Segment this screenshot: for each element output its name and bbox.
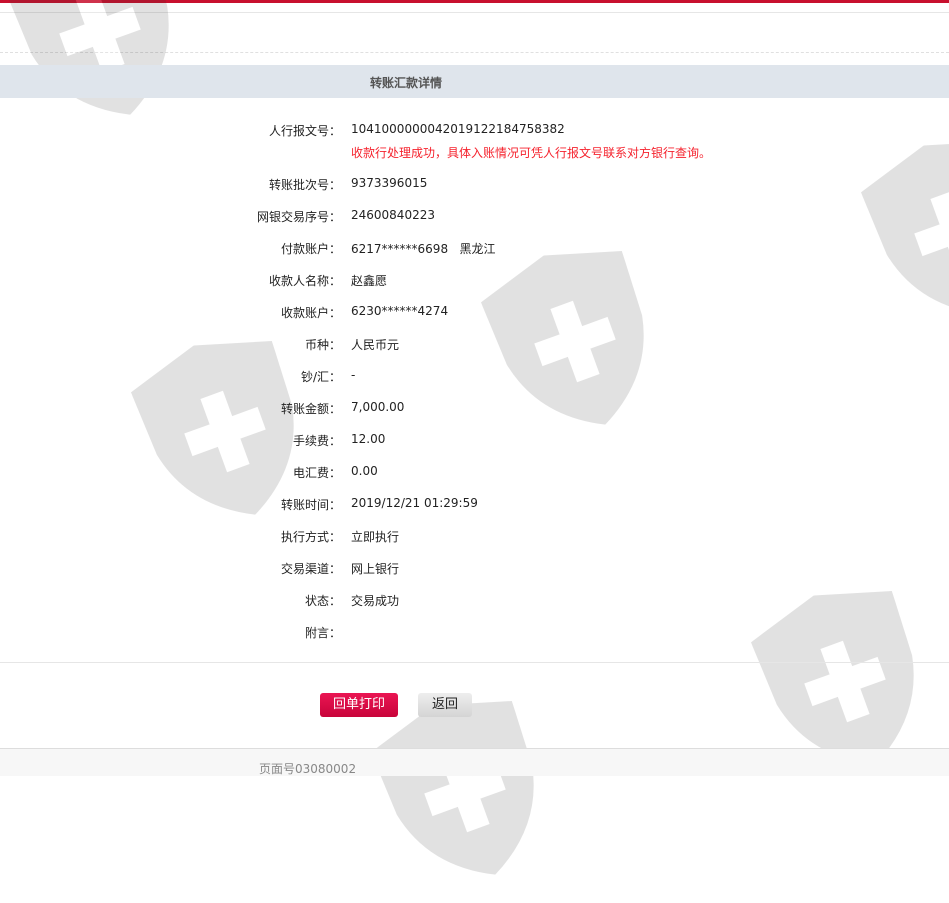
detail-row: 付款账户： 6217******6698 黑龙江 xyxy=(0,240,949,260)
detail-row: 收款账户： 6230******4274 xyxy=(0,304,949,324)
row-label: 状态： xyxy=(304,594,341,608)
row-value: 6217******6698 黑龙江 xyxy=(351,242,496,256)
row-label: 收款人名称： xyxy=(268,274,341,288)
detail-row: 执行方式： 立即执行 xyxy=(0,528,949,548)
detail-row: 钞/汇： - xyxy=(0,368,949,388)
row-label: 交易渠道： xyxy=(280,562,341,576)
row-label: 附言： xyxy=(304,626,341,640)
print-receipt-button[interactable]: 回单打印 xyxy=(320,693,398,717)
row-value: 人民币元 xyxy=(351,338,400,352)
detail-row: 状态： 交易成功 xyxy=(0,592,949,612)
detail-row: 转账时间： 2019/12/21 01:29:59 xyxy=(0,496,949,516)
row-value: 6230******4274 xyxy=(351,304,449,318)
row-label: 网银交易序号： xyxy=(256,210,341,224)
top-divider xyxy=(0,12,949,13)
row-value: 12.00 xyxy=(351,432,386,446)
divider xyxy=(0,662,949,663)
section-header: 转账汇款详情 xyxy=(0,65,949,98)
row-value: 24600840223 xyxy=(351,208,435,222)
row-label: 手续费： xyxy=(292,434,341,448)
row-value: 赵鑫愿 xyxy=(351,274,388,288)
row-note: 收款行处理成功，具体入账情况可凭人行报文号联系对方银行查询。 xyxy=(351,146,712,160)
row-label: 人行报文号： xyxy=(268,124,341,138)
row-label: 转账金额： xyxy=(280,402,341,416)
back-button[interactable]: 返回 xyxy=(418,693,472,717)
row-value: 网上银行 xyxy=(351,562,400,576)
page-title: 转账汇款详情 xyxy=(370,76,443,90)
row-label: 转账时间： xyxy=(280,498,341,512)
detail-row: 转账批次号： 9373396015 xyxy=(0,176,949,196)
row-label: 转账批次号： xyxy=(268,178,341,192)
detail-row: 附言： xyxy=(0,624,949,644)
row-label: 收款账户： xyxy=(280,306,341,320)
detail-row: 币种： 人民币元 xyxy=(0,336,949,356)
detail-row: 交易渠道： 网上银行 xyxy=(0,560,949,580)
row-value: 7,000.00 xyxy=(351,400,405,414)
row-value: 立即执行 xyxy=(351,530,400,544)
detail-row: 网银交易序号： 24600840223 xyxy=(0,208,949,228)
detail-row: 手续费： 12.00 xyxy=(0,432,949,452)
row-value: 0.00 xyxy=(351,464,378,478)
detail-row: 收款人名称： 赵鑫愿 xyxy=(0,272,949,292)
detail-row: 人行报文号： 1041000000042019122184758382 收款行处理成… xyxy=(0,122,949,160)
row-value: 交易成功 xyxy=(351,594,400,608)
row-label: 电汇费： xyxy=(292,466,341,480)
row-label: 币种： xyxy=(304,338,341,352)
row-label: 钞/汇： xyxy=(300,370,341,384)
row-value: - xyxy=(351,368,356,382)
row-value: 2019/12/21 01:29:59 xyxy=(351,496,478,510)
row-label: 执行方式： xyxy=(280,530,341,544)
row-value: 9373396015 xyxy=(351,176,428,190)
top-accent-bar xyxy=(0,0,949,3)
page-number: 页面号03080002 xyxy=(259,762,357,776)
row-value: 1041000000042019122184758382 xyxy=(351,122,565,136)
footer: 页面号03080002 xyxy=(0,748,949,776)
dashed-divider xyxy=(0,52,949,53)
detail-row: 电汇费： 0.00 xyxy=(0,464,949,484)
row-label: 付款账户： xyxy=(280,242,341,256)
detail-row: 转账金额： 7,000.00 xyxy=(0,400,949,420)
